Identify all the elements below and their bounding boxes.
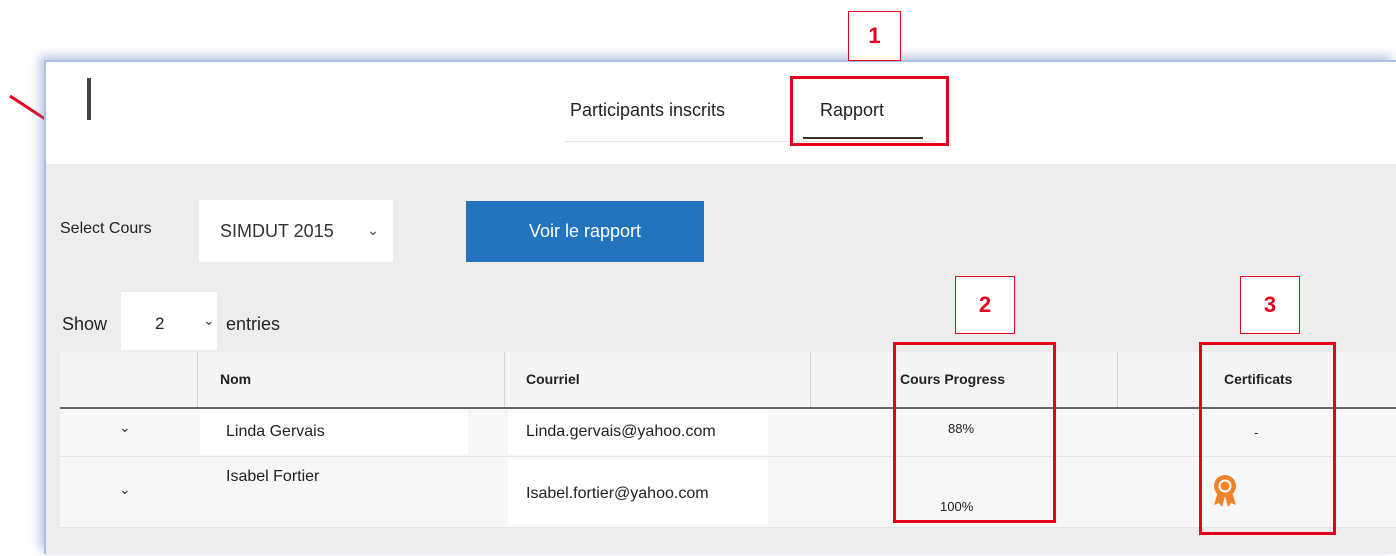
table-header: Nom Courriel Cours Progress Certificats [60,352,1396,409]
column-divider [810,352,811,407]
chevron-down-icon[interactable]: ⌄ [119,419,131,436]
entries-select[interactable]: 2 ⌄ [121,292,217,350]
column-divider [504,352,505,407]
show-label: Show [62,314,108,334]
cell-courriel: Isabel.fortier@yahoo.com [526,485,709,502]
annotation-number: 2 [955,276,1015,334]
table-row: ⌄ Linda Gervais Linda.gervais@yahoo.com … [60,409,1396,457]
course-select-value: SIMDUT 2015 [220,220,334,241]
course-select[interactable]: SIMDUT 2015 ⌄ [199,200,393,262]
entries-select-value: 2 [155,314,165,333]
chevron-down-icon: ⌄ [203,312,215,328]
top-bar: Participants inscrits Rapport [46,62,1396,164]
cell-nom: Linda Gervais [226,423,325,440]
annotation-number: 3 [1240,276,1300,334]
report-table: Nom Courriel Cours Progress Certificats … [60,352,1396,556]
header-courriel[interactable]: Courriel [526,371,580,387]
entries-label: entries [226,314,281,334]
app-window: Participants inscrits Rapport Select Cou… [44,60,1396,554]
tab-participants-inscrits[interactable]: Participants inscrits [570,100,725,121]
logo-bar [87,78,91,120]
table-row: ⌄ Isabel Fortier Isabel.fortier@yahoo.co… [60,457,1396,528]
chevron-down-icon[interactable]: ⌄ [119,481,131,498]
cell-nom: Isabel Fortier [226,468,320,485]
annotation-number: 1 [848,11,901,61]
annotation-highlight-rapport [790,76,949,146]
header-nom[interactable]: Nom [220,371,251,387]
chevron-down-icon: ⌄ [367,222,379,238]
select-cours-label: Select Cours [60,220,152,237]
annotation-highlight-progress [893,342,1056,523]
column-divider [197,352,198,407]
column-divider [1117,352,1118,407]
annotation-highlight-certificats [1199,342,1336,535]
voir-rapport-button[interactable]: Voir le rapport [466,201,704,262]
cell-courriel: Linda.gervais@yahoo.com [526,423,716,440]
